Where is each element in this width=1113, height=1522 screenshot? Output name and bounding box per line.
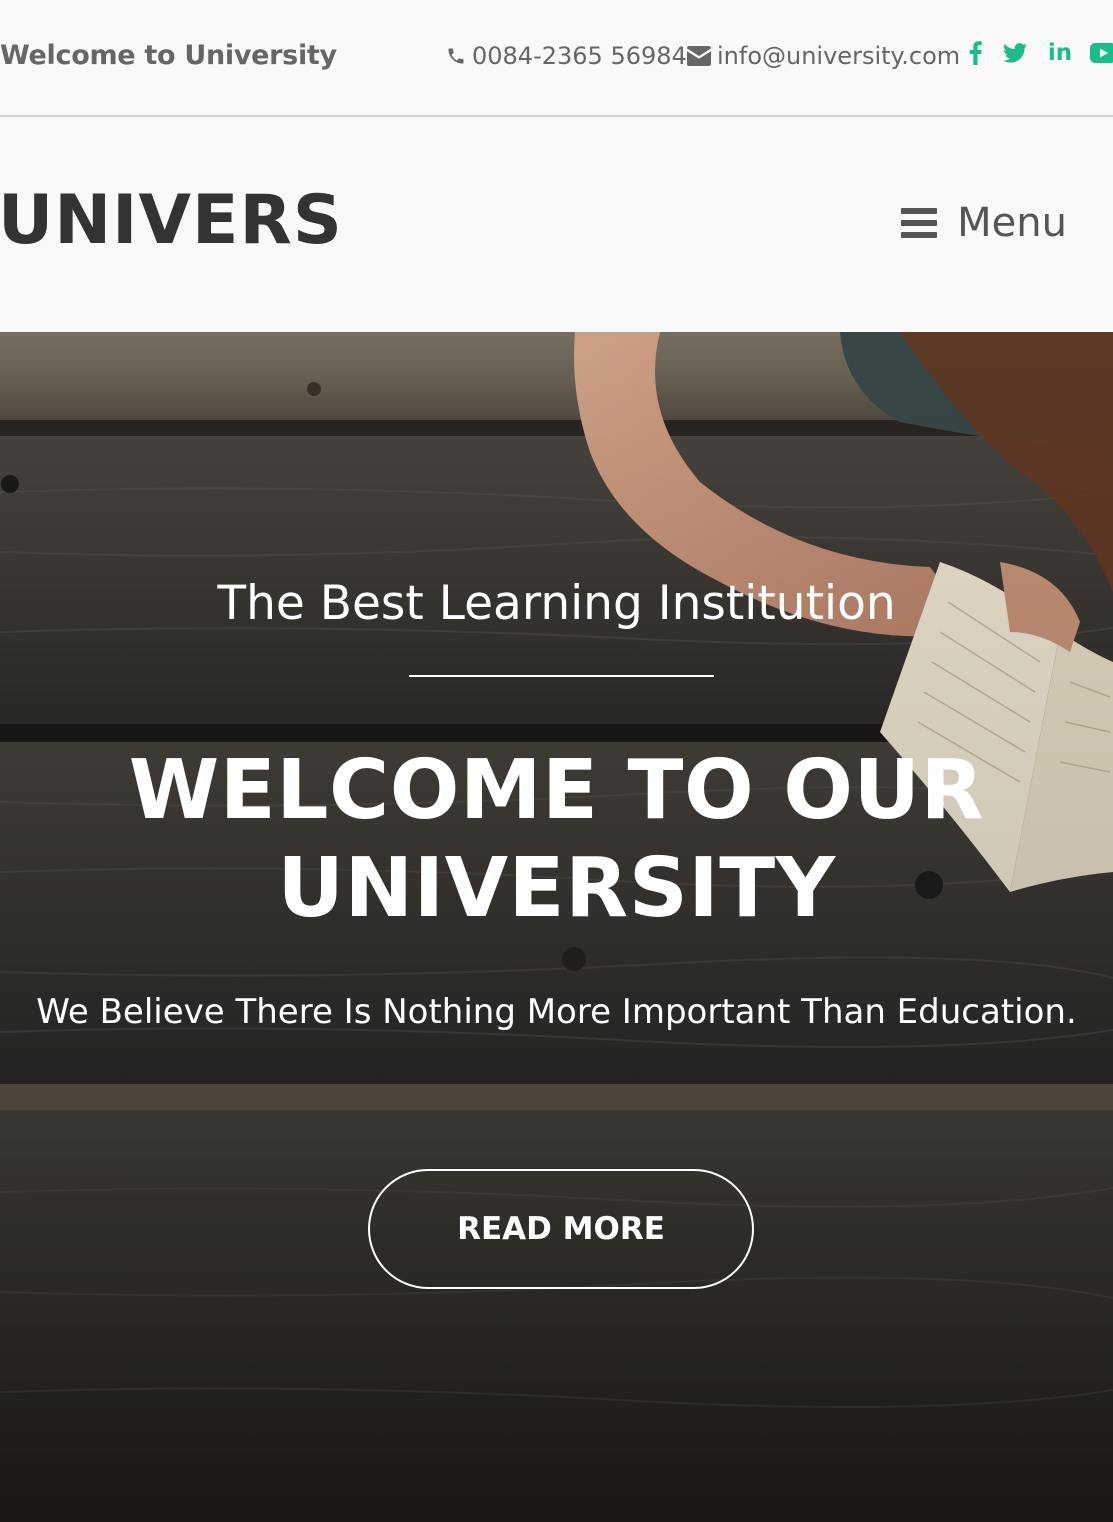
hero-title: WELCOME TO OUR UNIVERSITY bbox=[0, 742, 1113, 938]
envelope-icon bbox=[687, 46, 711, 66]
hero-divider bbox=[409, 675, 714, 677]
contact-email[interactable]: info@university.com bbox=[687, 42, 960, 70]
hamburger-icon bbox=[901, 208, 938, 238]
facebook-icon[interactable] bbox=[964, 38, 986, 68]
menu-button[interactable]: Menu bbox=[901, 203, 1067, 243]
email-address: info@university.com bbox=[717, 42, 961, 70]
hero-subtitle: The Best Learning Institution bbox=[217, 576, 896, 631]
social-links: in bbox=[964, 38, 1113, 68]
youtube-icon[interactable] bbox=[1090, 38, 1113, 68]
hero-section: The Best Learning Institution WELCOME TO… bbox=[0, 332, 1113, 1522]
twitter-icon[interactable] bbox=[1003, 38, 1027, 68]
site-logo[interactable]: UNIVERS bbox=[0, 187, 343, 255]
phone-number: 0084-2365 56984 bbox=[472, 42, 687, 70]
hero-description: We Believe There Is Nothing More Importa… bbox=[36, 992, 1077, 1032]
hero-title-line-1: WELCOME TO OUR bbox=[128, 743, 985, 838]
hero-title-line-2: UNIVERSITY bbox=[277, 841, 836, 936]
phone-icon bbox=[448, 48, 464, 64]
menu-label: Menu bbox=[957, 200, 1067, 246]
site-header: UNIVERS Menu bbox=[0, 119, 1113, 332]
read-more-button[interactable]: READ MORE bbox=[368, 1169, 754, 1289]
welcome-text: Welcome to University bbox=[0, 40, 337, 71]
top-bar: Welcome to University 0084-2365 56984 in… bbox=[0, 0, 1113, 117]
linkedin-icon[interactable]: in bbox=[1048, 38, 1072, 68]
contact-phone[interactable]: 0084-2365 56984 bbox=[446, 42, 687, 70]
